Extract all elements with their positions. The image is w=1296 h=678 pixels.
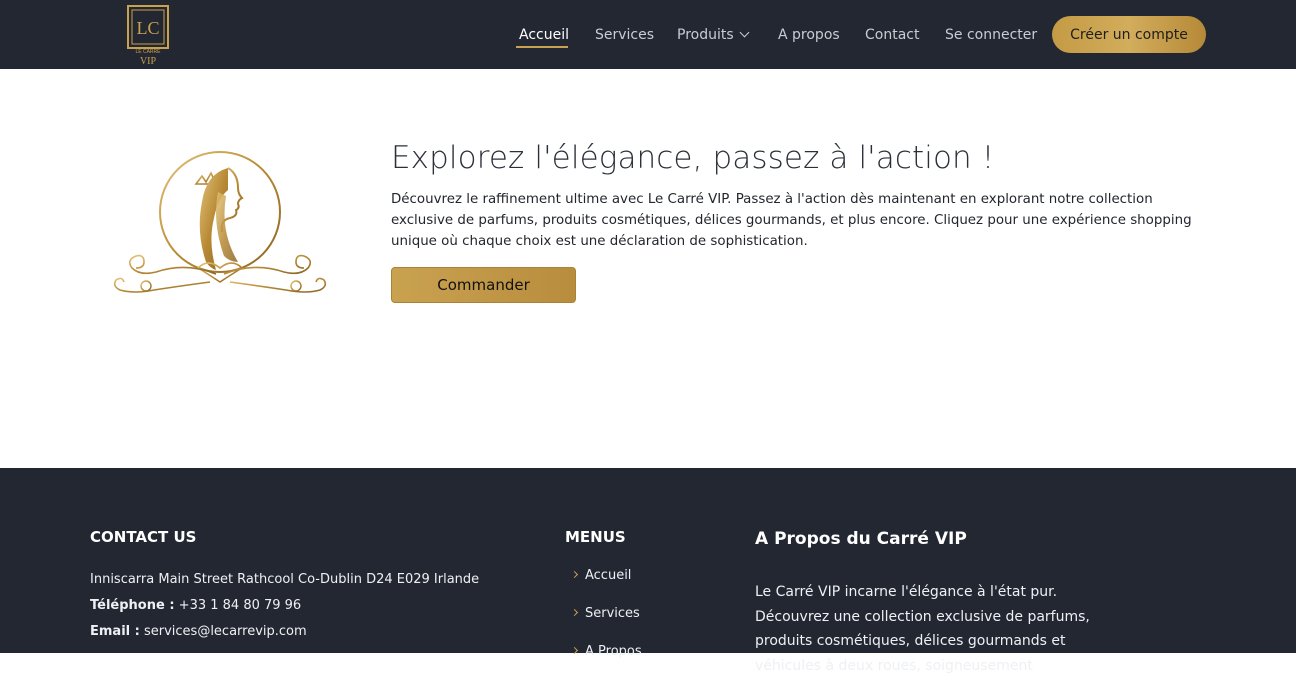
about-text: Le Carré VIP incarne l'élégance à l'état… xyxy=(755,584,1090,674)
phone-label: Téléphone : xyxy=(90,598,175,613)
footer-menu-accueil[interactable]: Accueil xyxy=(570,568,632,583)
email-label: Email : xyxy=(90,624,140,639)
contact-phone: Téléphone : +33 1 84 80 79 96 xyxy=(90,598,301,613)
nav-accueil[interactable]: Accueil xyxy=(519,26,569,44)
footer-menu-label: Accueil xyxy=(585,568,632,583)
order-button[interactable]: Commander xyxy=(391,267,576,303)
nav-services[interactable]: Services xyxy=(595,26,654,44)
footer-menu-label: Services xyxy=(585,606,640,621)
footer-menu-services[interactable]: Services xyxy=(570,606,640,621)
nav-se-connecter[interactable]: Se connecter xyxy=(945,26,1037,44)
create-account-button[interactable]: Créer un compte xyxy=(1052,16,1206,53)
nav-produits-label: Produits xyxy=(677,27,734,43)
svg-text:LE CARRÉ: LE CARRÉ xyxy=(135,48,161,55)
chevron-down-icon xyxy=(739,27,750,38)
email-value[interactable]: services@lecarrevip.com xyxy=(144,624,307,639)
hero-title: Explorez l'élégance, passez à l'action ! xyxy=(391,140,995,176)
phone-value[interactable]: +33 1 84 80 79 96 xyxy=(179,598,302,613)
about-heading: A Propos du Carré VIP xyxy=(755,529,967,549)
chevron-right-icon xyxy=(570,570,579,579)
nav-contact[interactable]: Contact xyxy=(865,26,919,44)
contact-email: Email : services@lecarrevip.com xyxy=(90,624,307,639)
top-navbar: LC LE CARRÉ VIP Accueil Services Produit… xyxy=(0,0,1296,69)
footer: CONTACT US Inniscarra Main Street Rathco… xyxy=(0,468,1296,674)
nav-a-propos[interactable]: A propos xyxy=(778,26,840,44)
footer-menu-a-propos[interactable]: A Propos xyxy=(570,644,642,659)
beauty-emblem-illustration xyxy=(110,150,332,308)
chevron-right-icon xyxy=(570,608,579,617)
brand-logo[interactable]: LC LE CARRÉ VIP xyxy=(122,4,176,67)
footer-menu-label: A Propos xyxy=(585,644,642,659)
contact-heading: CONTACT US xyxy=(90,528,197,546)
contact-address: Inniscarra Main Street Rathcool Co-Dubli… xyxy=(90,572,480,587)
menus-heading: MENUS xyxy=(565,528,626,546)
hero-description: Découvrez le raffinement ultime avec Le … xyxy=(391,192,1192,249)
svg-text:VIP: VIP xyxy=(140,56,157,66)
svg-text:LC: LC xyxy=(136,18,159,38)
nav-produits[interactable]: Produits xyxy=(677,26,750,44)
active-nav-indicator xyxy=(516,46,568,48)
